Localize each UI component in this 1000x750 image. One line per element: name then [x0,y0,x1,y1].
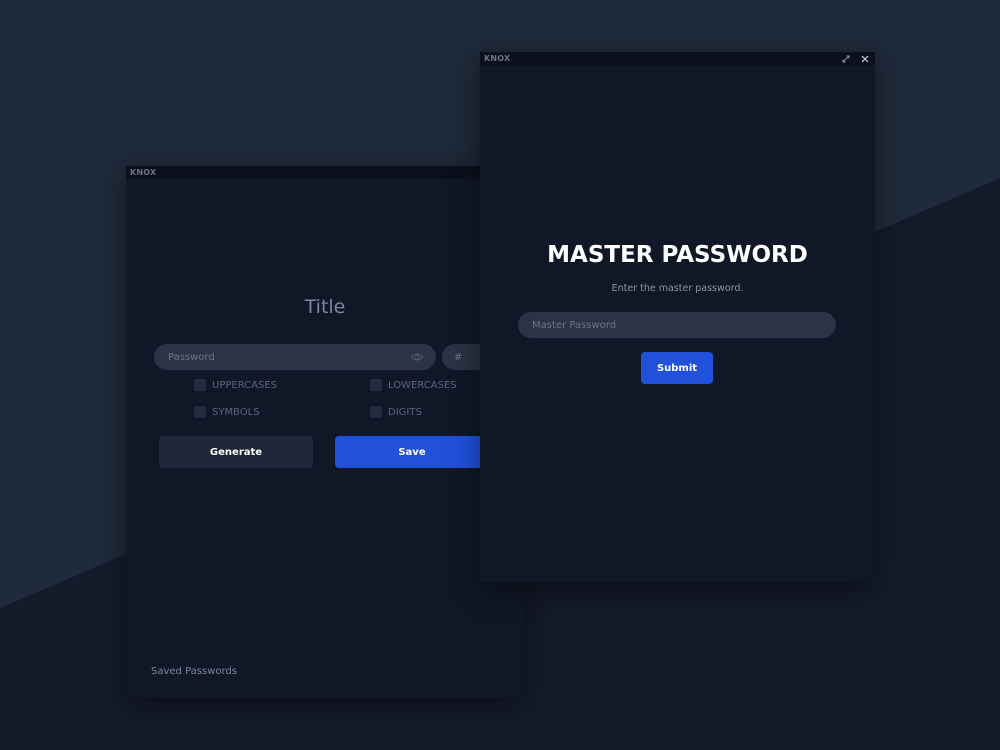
option-digits[interactable]: DIGITS [370,406,422,418]
close-icon[interactable] [861,55,869,63]
option-label: DIGITS [388,406,422,418]
generate-button[interactable]: Generate [159,436,313,468]
window-controls [842,52,869,65]
checkbox-digits[interactable] [370,406,382,418]
entry-title[interactable]: Title [126,296,524,318]
password-field[interactable] [154,344,436,370]
master-password-input[interactable] [532,319,836,331]
password-input[interactable] [168,351,436,363]
option-label: UPPERCASES [212,379,277,391]
submit-button[interactable]: Submit [641,352,713,384]
option-label: LOWERCASES [388,379,457,391]
option-label: SYMBOLS [212,406,260,418]
checkbox-lowercases[interactable] [370,379,382,391]
saved-passwords-link[interactable]: Saved Passwords [151,666,237,677]
generator-titlebar[interactable]: KNOX [126,166,524,179]
minimize-icon[interactable] [842,55,850,63]
master-password-heading: MASTER PASSWORD [547,242,808,268]
master-password-subtitle: Enter the master password. [611,283,744,294]
master-password-field[interactable] [518,312,836,338]
checkbox-uppercases[interactable] [194,379,206,391]
master-password-window: KNOX MASTER PASSWORD Enter the master pa… [480,52,875,582]
checkbox-symbols[interactable] [194,406,206,418]
app-name: KNOX [484,54,511,63]
save-button[interactable]: Save [335,436,489,468]
master-titlebar[interactable]: KNOX [480,52,875,65]
generator-window: KNOX Title UPPERCASES LOWERCASES SYMBOLS… [126,166,532,698]
option-symbols[interactable]: SYMBOLS [194,406,260,418]
eye-icon[interactable] [410,352,424,362]
option-uppercases[interactable]: UPPERCASES [194,379,277,391]
option-lowercases[interactable]: LOWERCASES [370,379,457,391]
app-name: KNOX [130,168,157,177]
